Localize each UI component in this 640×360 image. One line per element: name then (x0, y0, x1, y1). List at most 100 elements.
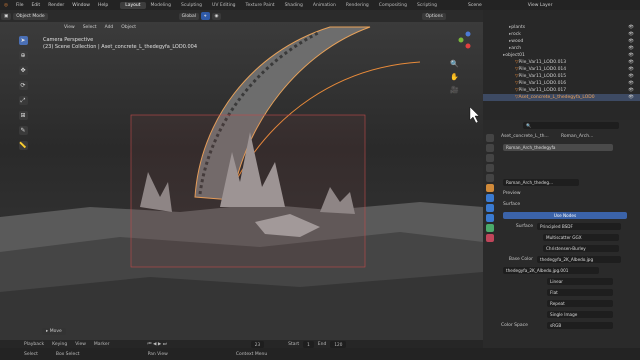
start-frame-field[interactable]: 1 (303, 340, 314, 348)
visibility-eye-icon[interactable]: 👁 (628, 81, 640, 86)
material-tab-icon[interactable] (486, 234, 494, 242)
workspace-tab-modeling[interactable]: Modeling (146, 2, 176, 9)
workspace-tab-layout[interactable]: Layout (120, 1, 146, 9)
property-search-input[interactable]: 🔍 (523, 122, 619, 129)
outliner-item[interactable]: ▽ Pile_Var11_LOD0.013 👁 (483, 59, 640, 66)
end-frame-field[interactable]: 120 (330, 340, 347, 348)
menu-file[interactable]: File (12, 3, 28, 8)
options-button[interactable]: Options (422, 12, 446, 20)
visibility-eye-icon[interactable]: 👁 (628, 53, 640, 58)
projection-selector[interactable]: Flat (547, 289, 613, 296)
scene-tab-icon[interactable] (486, 164, 494, 172)
output-tab-icon[interactable] (486, 154, 494, 162)
visibility-eye-icon[interactable]: 👁 (628, 74, 640, 79)
visibility-eye-icon[interactable]: 👁 (628, 25, 640, 30)
menu-add[interactable]: Add (101, 25, 118, 30)
rotate-tool-icon[interactable]: ⟳ (18, 81, 28, 90)
object-tab-icon[interactable] (486, 184, 494, 192)
current-frame-field[interactable]: 23 (250, 340, 265, 348)
outliner-item[interactable]: ▽ Aset_concrete_L_thedegyfa_LOD0 👁 (483, 94, 640, 101)
blender-logo-icon[interactable]: ◎ (0, 3, 12, 8)
base-color-label: Base Color (508, 257, 533, 262)
menu-window[interactable]: Window (68, 3, 94, 8)
workspace-tab-compositing[interactable]: Compositing (374, 2, 412, 9)
orientation-selector[interactable]: Global (178, 12, 199, 20)
distribution-selector[interactable]: Multiscatter GGX (543, 234, 619, 241)
image-datablock-selector[interactable]: thedegyfa_2K_Albedo.jpg.001 (503, 267, 599, 274)
editor-type-button[interactable]: ▣ (1, 12, 12, 20)
menu-select[interactable]: Select (79, 25, 101, 30)
visibility-eye-icon[interactable]: 👁 (628, 46, 640, 51)
outliner-item[interactable]: ▽ Pile_Var11_LOD0.017 👁 (483, 87, 640, 94)
material-slot-item[interactable]: Roman_Arch_thedegyfa (503, 144, 613, 151)
camera-view-icon[interactable]: 🎥 (450, 86, 459, 94)
surface-section-label[interactable]: Surface (503, 202, 520, 207)
workspace-tab-rendering[interactable]: Rendering (341, 2, 374, 9)
move-tool-icon[interactable]: ✥ (18, 66, 28, 75)
visibility-eye-icon[interactable]: 👁 (628, 39, 640, 44)
mode-selector[interactable]: Object Mode (13, 12, 48, 20)
select-tool-icon[interactable]: ➤ (18, 36, 28, 45)
workspace-tab-texture-paint[interactable]: Texture Paint (241, 2, 280, 9)
visibility-eye-icon[interactable]: 👁 (628, 60, 640, 65)
workspace-tab-sculpting[interactable]: Sculpting (176, 2, 207, 9)
data-tab-icon[interactable] (486, 224, 494, 232)
outliner-item[interactable]: ▸ object01 👁 (483, 52, 640, 59)
extension-selector[interactable]: Repeat (547, 300, 613, 307)
zoom-icon[interactable]: 🔍 (450, 60, 459, 68)
outliner-item[interactable]: ▽ Pile_Var11_LOD0.015 👁 (483, 73, 640, 80)
visibility-eye-icon[interactable]: 👁 (628, 32, 640, 37)
outliner-item[interactable]: ▸ arch 👁 (483, 45, 640, 52)
outliner-item[interactable]: ▸ plants 👁 (483, 24, 640, 31)
timeline-marker[interactable]: Marker (90, 342, 114, 347)
visibility-eye-icon[interactable]: 👁 (628, 95, 640, 100)
modifier-tab-icon[interactable] (486, 194, 494, 202)
scene-selector[interactable]: Scene (464, 3, 486, 8)
base-color-texture-selector[interactable]: thedegyfa_2K_Albedo.jpg (537, 256, 621, 263)
transform-tool-icon[interactable]: ⊞ (18, 111, 28, 120)
cursor-tool-icon[interactable]: ⊕ (18, 51, 28, 60)
surface-shader-selector[interactable]: Principled BSDF (537, 223, 621, 230)
source-selector[interactable]: Single Image (547, 311, 613, 318)
tool-tab-icon[interactable] (486, 134, 494, 142)
particles-tab-icon[interactable] (486, 204, 494, 212)
scale-tool-icon[interactable]: ⤢ (18, 96, 28, 105)
visibility-eye-icon[interactable]: 👁 (628, 88, 640, 93)
visibility-eye-icon[interactable]: 👁 (628, 67, 640, 72)
snap-toggle[interactable]: ⌖ (200, 12, 210, 20)
3d-viewport[interactable] (0, 22, 483, 340)
timeline-keying[interactable]: Keying (48, 342, 71, 347)
last-operator-panel[interactable]: ▸ Move (42, 328, 66, 335)
annotate-tool-icon[interactable]: ✎ (18, 126, 28, 135)
menu-view[interactable]: View (60, 25, 79, 30)
outliner-item[interactable]: ▸ wood 👁 (483, 38, 640, 45)
timeline-playback[interactable]: Playback (20, 342, 48, 347)
interpolation-selector[interactable]: Linear (547, 278, 613, 285)
view-layer-selector[interactable]: View Layer (524, 3, 557, 8)
play-controls-icon[interactable]: ⏮ ◀ ▶ ⏭ (143, 341, 170, 347)
world-tab-icon[interactable] (486, 174, 494, 182)
menu-help[interactable]: Help (94, 3, 112, 8)
outliner-item[interactable]: ▸ rock 👁 (483, 31, 640, 38)
menu-render[interactable]: Render (44, 3, 68, 8)
workspace-tab-animation[interactable]: Animation (308, 2, 341, 9)
outliner-item-label: Aset_concrete_L_thedegyfa_LOD0 (518, 95, 595, 100)
render-tab-icon[interactable] (486, 144, 494, 152)
measure-tool-icon[interactable]: 📏 (18, 141, 28, 150)
material-selector[interactable]: Roman_Arch_thedeg... (503, 179, 579, 186)
workspace-tab-scripting[interactable]: Scripting (412, 2, 442, 9)
preview-section-label[interactable]: Preview (503, 191, 521, 196)
proportional-toggle[interactable]: ◉ (211, 12, 222, 20)
workspace-tab-shading[interactable]: Shading (280, 2, 308, 9)
outliner-item[interactable]: ▽ Pile_Var11_LOD0.014 👁 (483, 66, 640, 73)
menu-object[interactable]: Object (117, 25, 140, 30)
menu-edit[interactable]: Edit (27, 3, 44, 8)
pan-hand-icon[interactable]: ✋ (450, 73, 459, 81)
subsurface-method-selector[interactable]: Christensen-Burley (543, 245, 619, 252)
outliner-item[interactable]: ▽ Pile_Var11_LOD0.016 👁 (483, 80, 640, 87)
use-nodes-button[interactable]: Use Nodes (503, 212, 627, 219)
color-space-selector[interactable]: sRGB (547, 322, 613, 329)
timeline-view[interactable]: View (71, 342, 90, 347)
workspace-tab-uv-editing[interactable]: UV Editing (207, 2, 240, 9)
physics-tab-icon[interactable] (486, 214, 494, 222)
